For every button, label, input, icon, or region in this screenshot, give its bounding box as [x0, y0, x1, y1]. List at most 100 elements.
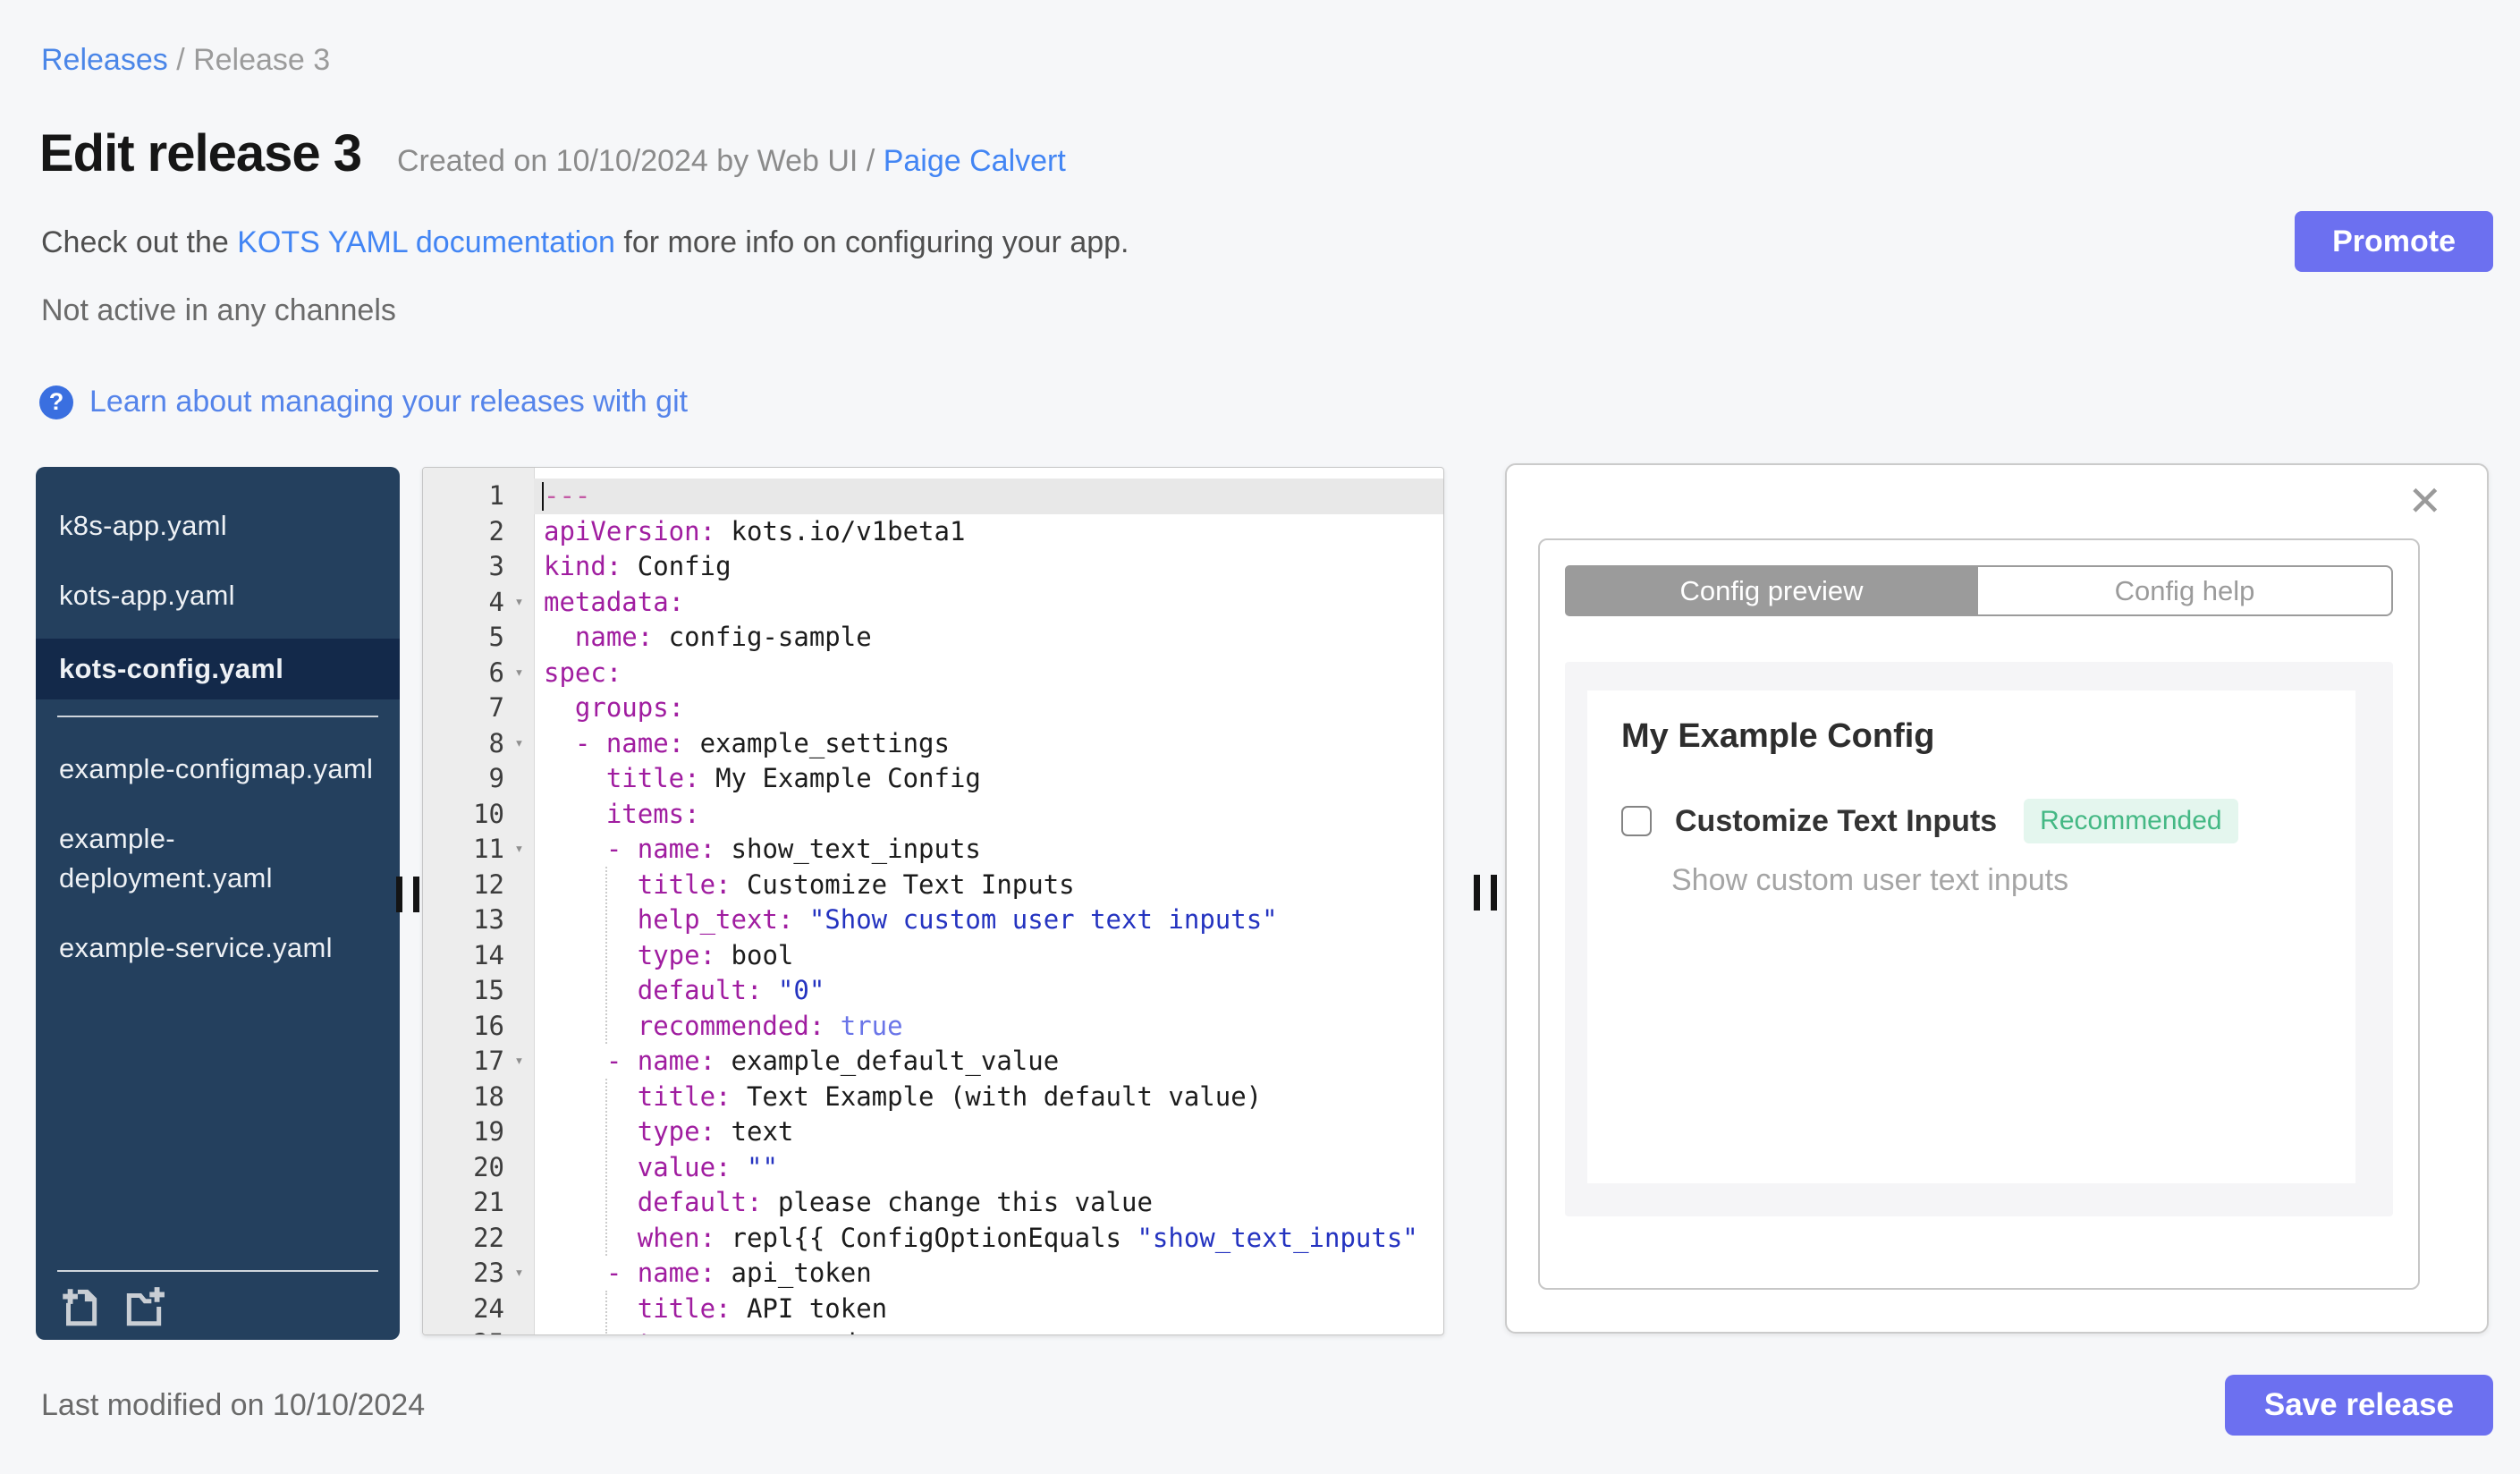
fold-gutter [504, 514, 534, 550]
line-number: 10 [473, 798, 504, 829]
code-line-21[interactable]: 21 default: please change this value [423, 1185, 1443, 1221]
line-number: 12 [473, 868, 504, 900]
line-number: 21 [473, 1187, 504, 1217]
code-text: type: text [544, 1116, 794, 1147]
close-icon[interactable]: ✕ [2402, 479, 2448, 522]
code-text: - name: show_text_inputs [544, 834, 981, 864]
sidebar-file-kots-app.yaml[interactable]: kots-app.yaml [57, 569, 378, 623]
code-line-1[interactable]: 1 --- [423, 479, 1443, 514]
fold-gutter [504, 868, 534, 903]
fold-gutter [504, 797, 534, 833]
editor-resize-handle-right[interactable] [1474, 875, 1497, 911]
fold-gutter [504, 1185, 534, 1221]
code-line-9[interactable]: 9 title: My Example Config [423, 761, 1443, 797]
fold-gutter [504, 973, 534, 1009]
code-line-19[interactable]: 19 type: text [423, 1114, 1443, 1150]
line-number: 8 [488, 727, 504, 758]
customize-text-inputs-checkbox[interactable] [1621, 806, 1652, 836]
code-line-7[interactable]: 7 groups: [423, 690, 1443, 726]
line-number: 20 [473, 1151, 504, 1182]
code-text: - name: api_token [544, 1258, 872, 1288]
promote-button[interactable]: Promote [2295, 211, 2493, 272]
line-number: 18 [473, 1080, 504, 1112]
sidebar-file-example-deployment.yaml[interactable]: example-deployment.yaml [57, 812, 378, 905]
code-line-20[interactable]: 20 value: "" [423, 1150, 1443, 1186]
code-text: groups: [544, 692, 685, 723]
code-line-13[interactable]: 13 help_text: "Show custom user text inp… [423, 902, 1443, 938]
sidebar-file-example-service.yaml[interactable]: example-service.yaml [57, 921, 378, 975]
code-text: metadata: [544, 586, 685, 617]
doc-prefix: Check out the [41, 225, 238, 259]
line-number: 6 [488, 657, 504, 688]
code-line-18[interactable]: 18 title: Text Example (with default val… [423, 1080, 1443, 1115]
code-line-12[interactable]: 12 title: Customize Text Inputs [423, 868, 1443, 903]
preview-tabs: Config preview Config help [1565, 565, 2393, 616]
code-text: type: bool [544, 939, 794, 970]
line-number: 19 [473, 1116, 504, 1147]
editor-lines: 1 --- 2 apiVersion: kots.io/v1beta1 3 kind: C… [423, 479, 1443, 1334]
code-line-11[interactable]: 11 ▾ - name: show_text_inputs [423, 832, 1443, 868]
sidebar-file-kots-config.yaml[interactable]: kots-config.yaml [36, 639, 400, 699]
code-text: title: Text Example (with default value) [544, 1080, 1263, 1112]
code-line-10[interactable]: 10 items: [423, 797, 1443, 833]
code-text: recommended: true [544, 1010, 903, 1041]
sidebar-file-example-configmap.yaml[interactable]: example-configmap.yaml [57, 742, 378, 796]
fold-gutter [504, 1150, 534, 1186]
question-mark-icon: ? [39, 385, 73, 419]
fold-arrow-icon[interactable]: ▾ [504, 656, 534, 691]
created-author-link[interactable]: Paige Calvert [884, 144, 1066, 178]
code-line-16[interactable]: 16 recommended: true [423, 1009, 1443, 1045]
line-number: 15 [473, 975, 504, 1005]
fold-gutter [504, 690, 534, 726]
line-number: 23 [473, 1258, 504, 1288]
code-text: apiVersion: kots.io/v1beta1 [544, 515, 966, 546]
code-line-4[interactable]: 4 ▾ metadata: [423, 585, 1443, 621]
fold-arrow-icon[interactable]: ▾ [504, 832, 534, 868]
add-folder-icon[interactable] [122, 1284, 166, 1329]
line-number: 13 [473, 904, 504, 935]
git-releases-link[interactable]: Learn about managing your releases with … [89, 385, 688, 419]
fold-arrow-icon[interactable]: ▾ [504, 1044, 534, 1080]
config-option-label: Customize Text Inputs [1675, 803, 1998, 838]
breadcrumb-releases-link[interactable]: Releases [41, 43, 168, 77]
tab-config-preview[interactable]: Config preview [1565, 565, 1978, 616]
code-text: title: Customize Text Inputs [544, 868, 1075, 900]
code-line-3[interactable]: 3 kind: Config [423, 549, 1443, 585]
code-line-15[interactable]: 15 default: "0" [423, 973, 1443, 1009]
yaml-code-editor[interactable]: 1 --- 2 apiVersion: kots.io/v1beta1 3 kind: C… [422, 467, 1444, 1335]
line-number: 16 [473, 1010, 504, 1041]
code-line-23[interactable]: 23 ▾ - name: api_token [423, 1256, 1443, 1292]
line-number: 5 [488, 622, 504, 652]
config-group-title: My Example Config [1621, 717, 1935, 755]
code-line-17[interactable]: 17 ▾ - name: example_default_value [423, 1044, 1443, 1080]
add-file-icon[interactable] [57, 1284, 102, 1329]
code-text: value: "" [544, 1151, 778, 1182]
code-line-25[interactable]: 25 type: password [423, 1326, 1443, 1334]
code-line-6[interactable]: 6 ▾ spec: [423, 656, 1443, 691]
code-line-8[interactable]: 8 ▾ - name: example_settings [423, 726, 1443, 762]
line-number: 25 [423, 1326, 504, 1334]
code-text: title: API token [544, 1292, 888, 1324]
sidebar-file-k8s-app.yaml[interactable]: k8s-app.yaml [57, 499, 378, 553]
code-text: spec: [544, 657, 622, 688]
code-text: default: "0" [544, 975, 825, 1005]
line-number: 14 [473, 939, 504, 970]
code-line-2[interactable]: 2 apiVersion: kots.io/v1beta1 [423, 514, 1443, 550]
line-number: 1 [488, 480, 504, 511]
code-line-22[interactable]: 22 when: repl{{ ConfigOptionEquals "show… [423, 1221, 1443, 1257]
tab-config-help[interactable]: Config help [1978, 565, 2393, 616]
line-number: 9 [488, 763, 504, 793]
code-line-24[interactable]: 24 title: API token [423, 1292, 1443, 1327]
title-row: Edit release 3 Created on 10/10/2024 by … [39, 123, 1066, 183]
code-text: kind: Config [544, 551, 731, 581]
config-preview-panel: ✕ Config preview Config help My Example C… [1505, 463, 2489, 1334]
editor-resize-handle-left[interactable] [396, 877, 419, 912]
save-release-button[interactable]: Save release [2224, 1375, 2493, 1436]
fold-arrow-icon[interactable]: ▾ [504, 726, 534, 762]
kots-yaml-doc-link[interactable]: KOTS YAML documentation [237, 225, 615, 259]
file-sidebar: k8s-app.yaml kots-app.yaml kots-config.yam… [36, 467, 400, 1340]
fold-arrow-icon[interactable]: ▾ [504, 1256, 534, 1292]
fold-arrow-icon[interactable]: ▾ [504, 585, 534, 621]
code-line-14[interactable]: 14 type: bool [423, 938, 1443, 974]
code-line-5[interactable]: 5 name: config-sample [423, 620, 1443, 656]
